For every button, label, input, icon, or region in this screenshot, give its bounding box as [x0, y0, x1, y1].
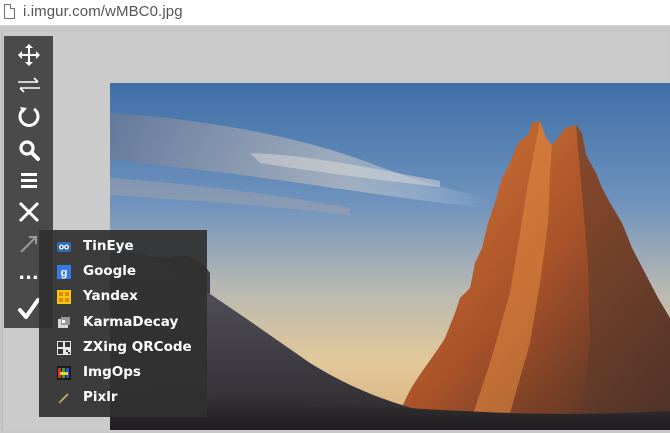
close-icon[interactable]	[4, 197, 53, 227]
flip-icon[interactable]	[4, 70, 53, 100]
menu-item-label: Google	[83, 263, 137, 279]
menu-item-tineye[interactable]: TinEye	[39, 235, 207, 260]
menu-item-label: ImgOps	[83, 364, 141, 380]
menu-item-pixlr[interactable]: Pixlr	[39, 386, 207, 411]
menu-item-zxing-qrcode[interactable]: ZXing QRCode	[39, 336, 207, 361]
move-icon[interactable]	[4, 40, 53, 70]
menu-item-yandex[interactable]: Yandex	[39, 285, 207, 310]
qrcode-icon	[57, 341, 71, 355]
address-bar[interactable]: i.imgur.com/wMBC0.jpg	[0, 0, 670, 26]
pixlr-icon	[58, 393, 69, 404]
menu-item-label: ZXing QRCode	[83, 339, 192, 355]
more-label: ...	[18, 262, 39, 284]
document-icon	[4, 4, 15, 19]
reverse-image-search-menu: TinEye g Google Yandex KarmaDecay ZXing …	[39, 230, 207, 417]
rotate-icon[interactable]	[4, 102, 53, 132]
svg-text:g: g	[61, 267, 68, 279]
url-text[interactable]: i.imgur.com/wMBC0.jpg	[23, 3, 183, 20]
menu-icon[interactable]	[4, 165, 53, 195]
menu-item-label: Pixlr	[83, 389, 118, 405]
menu-item-google[interactable]: g Google	[39, 260, 207, 285]
google-icon: g	[57, 265, 71, 279]
menu-item-label: TinEye	[83, 238, 134, 254]
menu-item-karmadecay[interactable]: KarmaDecay	[39, 311, 207, 336]
imgops-icon	[57, 366, 71, 380]
tineye-icon	[57, 242, 71, 252]
yandex-icon	[57, 290, 71, 304]
karmadecay-icon	[58, 317, 70, 328]
menu-item-label: KarmaDecay	[83, 314, 179, 330]
menu-item-imgops[interactable]: ImgOps	[39, 361, 207, 386]
search-icon[interactable]	[4, 135, 53, 165]
menu-item-label: Yandex	[83, 288, 138, 304]
